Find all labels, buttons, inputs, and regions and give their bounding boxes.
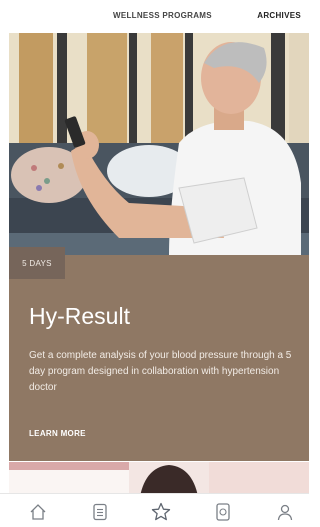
tab-wellness-programs[interactable]: WELLNESS PROGRAMS <box>113 11 212 20</box>
days-badge: 5 DAYS <box>9 247 65 279</box>
program-photo <box>9 33 309 255</box>
nav-home[interactable] <box>27 501 49 523</box>
learn-more-link[interactable]: LEARN MORE <box>29 429 86 438</box>
tab-archives[interactable]: ARCHIVES <box>257 11 301 20</box>
program-title: Hy-Result <box>29 303 130 329</box>
nav-list[interactable] <box>89 501 111 523</box>
nav-profile[interactable] <box>274 501 296 523</box>
program-card[interactable]: 5 DAYS Hy-Result Get a complete analysis… <box>9 33 309 461</box>
nav-devices[interactable] <box>212 501 234 523</box>
watch-icon <box>216 503 230 521</box>
program-description: Get a complete analysis of your blood pr… <box>29 350 292 393</box>
home-icon <box>30 504 46 520</box>
top-tabs: WELLNESS PROGRAMS ARCHIVES <box>0 0 309 33</box>
bottom-navigation <box>0 493 309 527</box>
photo-illustration <box>9 33 309 255</box>
profile-icon <box>277 504 293 521</box>
star-icon <box>151 502 171 521</box>
list-icon <box>93 503 107 521</box>
nav-programs[interactable] <box>150 501 172 523</box>
